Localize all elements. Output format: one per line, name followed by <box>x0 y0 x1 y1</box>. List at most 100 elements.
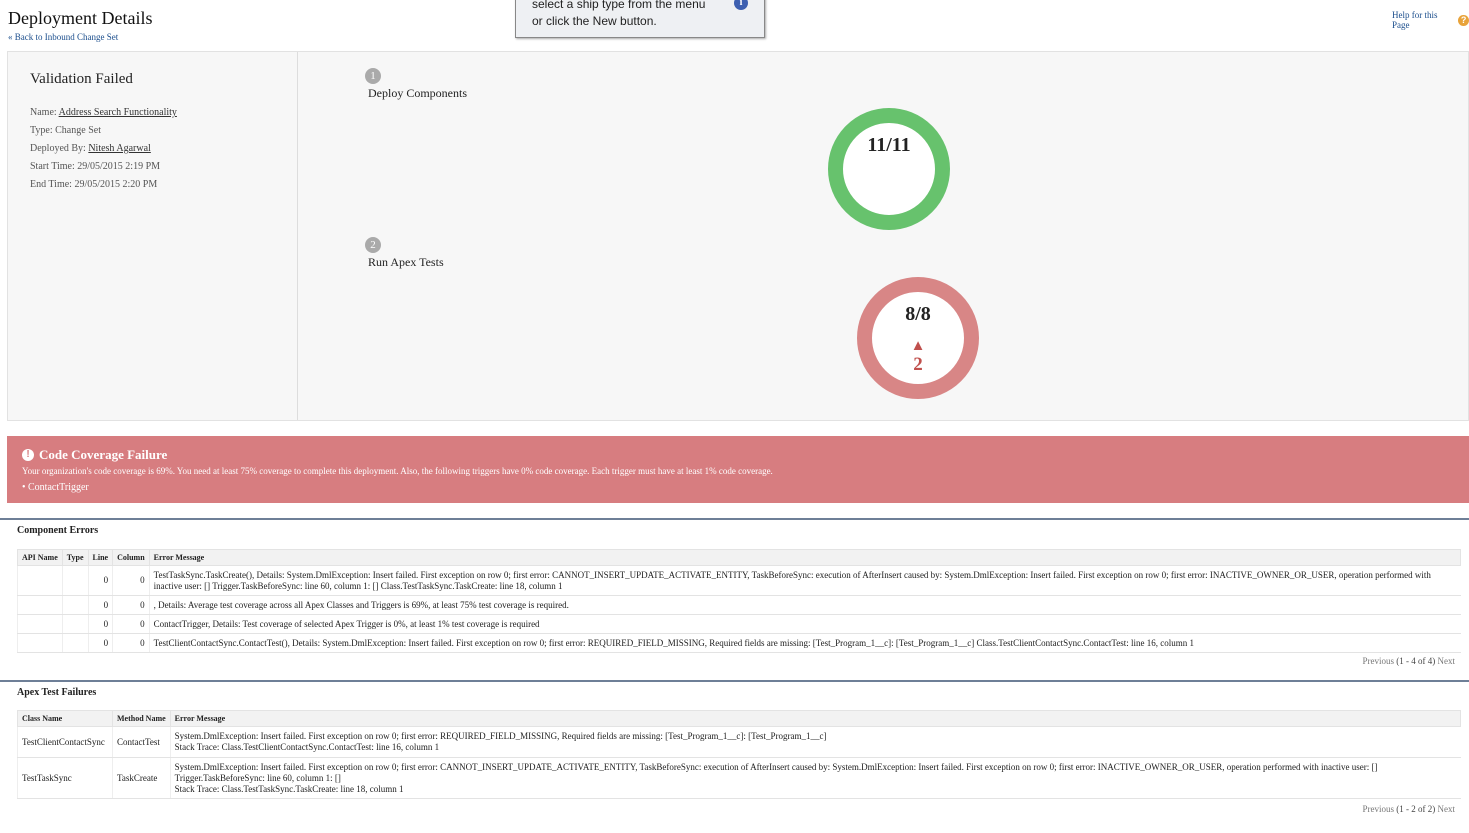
back-to-change-set-link[interactable]: « Back to Inbound Change Set <box>8 32 118 42</box>
apex-test-failures-table: Class Name Method Name Error Message Tes… <box>17 710 1462 799</box>
previous-link[interactable]: Previous <box>1363 656 1395 666</box>
type-label: Type: <box>30 125 53 136</box>
apex-test-failures-section: Apex Test Failures Class Name Method Nam… <box>0 680 1469 833</box>
cell-error-message: System.DmlException: Insert failed. Firs… <box>169 757 1461 799</box>
deploy-components-count: 11/11 <box>867 134 911 156</box>
cell-api-name <box>17 565 63 596</box>
code-coverage-failure-banner: ! Code Coverage Failure Your organizatio… <box>7 436 1469 503</box>
deploy-components-progress-ring: 11/11 <box>828 108 950 230</box>
tooltip-text-line1: select a ship type from the menu <box>532 0 706 11</box>
cell-error-message: TestClientContactSync.ContactTest(), Det… <box>148 633 1461 653</box>
cell-method-name: TaskCreate <box>112 757 171 799</box>
cell-error-message: ContactTrigger, Details: Test coverage o… <box>148 614 1461 634</box>
help-icon: ? <box>1458 14 1469 26</box>
cell-error-message: , Details: Average test coverage across … <box>148 595 1461 615</box>
trigger-name: ContactTrigger <box>28 482 89 493</box>
col-type[interactable]: Type <box>61 549 89 566</box>
cell-method-name: ContactTest <box>112 726 171 758</box>
stack-trace-text: Stack Trace: Class.TestClientContactSync… <box>174 742 440 752</box>
type-value: Change Set <box>55 125 101 136</box>
cell-column: 0 <box>112 565 150 596</box>
change-set-name-link[interactable]: Address Search Functionality <box>59 107 177 118</box>
coverage-trigger-item: • ContactTrigger <box>22 482 89 493</box>
cell-line: 0 <box>87 565 113 596</box>
table-header-row: Class Name Method Name Error Message <box>17 710 1462 727</box>
step-1-label: Deploy Components <box>368 86 467 100</box>
pager-range: (1 - 2 of 2) <box>1396 804 1436 814</box>
table-row: TestClientContactSync ContactTest System… <box>17 726 1461 758</box>
previous-link[interactable]: Previous <box>1363 804 1395 814</box>
cell-class-name: TestTaskSync <box>17 757 113 799</box>
warning-icon: ▲ <box>910 338 926 354</box>
table-row: 0 0 , Details: Average test coverage acr… <box>17 595 1461 615</box>
start-time-row: Start Time: 29/05/2015 2:19 PM <box>30 161 160 172</box>
type-row: Type: Change Set <box>30 125 101 136</box>
table-row: 0 0 TestTaskSync.TaskCreate(), Details: … <box>17 565 1461 596</box>
deployed-by-row: Deployed By: Nitesh Agarwal <box>30 143 151 154</box>
next-link[interactable]: Next <box>1438 656 1456 666</box>
col-error-message[interactable]: Error Message <box>169 710 1462 727</box>
coverage-title: ! Code Coverage Failure <box>22 447 167 463</box>
cell-column: 0 <box>112 614 150 634</box>
col-line[interactable]: Line <box>87 549 114 566</box>
col-method-name[interactable]: Method Name <box>112 710 171 727</box>
cell-type <box>61 595 89 615</box>
table-header-row: API Name Type Line Column Error Message <box>17 549 1462 566</box>
col-api-name[interactable]: API Name <box>17 549 63 566</box>
next-link[interactable]: Next <box>1438 804 1456 814</box>
step-1-number: 1 <box>365 68 381 84</box>
tooltip-popup: select a ship type from the menu or clic… <box>515 0 765 38</box>
col-error-message[interactable]: Error Message <box>148 549 1462 566</box>
table-row: 0 0 ContactTrigger, Details: Test covera… <box>17 614 1461 634</box>
cell-api-name <box>17 595 63 615</box>
col-column[interactable]: Column <box>112 549 150 566</box>
table-row: 0 0 TestClientContactSync.ContactTest(),… <box>17 633 1461 653</box>
tooltip-text-line2: or click the New button. <box>532 14 657 28</box>
apex-test-failures-pager: Previous (1 - 2 of 2) Next <box>1363 804 1456 814</box>
coverage-title-text: Code Coverage Failure <box>39 447 168 462</box>
cell-line: 0 <box>87 633 113 653</box>
help-link-label: Help for this Page <box>1392 10 1438 30</box>
component-errors-section: Component Errors API Name Type Line Colu… <box>0 518 1469 672</box>
error-icon: ! <box>22 449 34 461</box>
start-time-label: Start Time: <box>30 161 75 172</box>
step-2-label: Run Apex Tests <box>368 255 444 269</box>
cell-api-name <box>17 614 63 634</box>
error-message-text: System.DmlException: Insert failed. Firs… <box>174 761 1378 783</box>
stack-trace-text: Stack Trace: Class.TestTaskSync.TaskCrea… <box>174 783 404 794</box>
cell-class-name: TestClientContactSync <box>17 726 113 758</box>
table-row: TestTaskSync TaskCreate System.DmlExcept… <box>17 757 1461 799</box>
end-time-value: 29/05/2015 2:20 PM <box>74 179 158 190</box>
component-errors-table: API Name Type Line Column Error Message … <box>17 549 1462 653</box>
apex-tests-progress-ring: 8/8 ▲ 2 <box>857 277 979 399</box>
cell-error-message: TestTaskSync.TaskCreate(), Details: Syst… <box>148 565 1461 596</box>
name-label: Name: <box>30 107 57 118</box>
component-errors-pager: Previous (1 - 4 of 4) Next <box>1363 656 1456 666</box>
cell-column: 0 <box>112 633 150 653</box>
name-row: Name: Address Search Functionality <box>30 107 177 118</box>
deployment-status: Validation Failed <box>30 71 133 87</box>
cell-type <box>61 614 89 634</box>
cell-line: 0 <box>87 595 113 615</box>
cell-type <box>61 633 89 653</box>
deployed-by-user-link[interactable]: Nitesh Agarwal <box>88 143 151 154</box>
apex-test-failures-heading: Apex Test Failures <box>17 687 97 698</box>
page-title: Deployment Details <box>8 8 153 28</box>
step-2-number: 2 <box>365 237 381 253</box>
deployment-summary-panel: Validation Failed Name: Address Search F… <box>7 51 1469 421</box>
deployed-by-label: Deployed By: <box>30 143 86 154</box>
end-time-row: End Time: 29/05/2015 2:20 PM <box>30 179 157 190</box>
deployment-info: Validation Failed Name: Address Search F… <box>8 52 298 420</box>
help-link[interactable]: Help for this Page ? <box>1392 10 1469 30</box>
cell-api-name <box>17 633 63 653</box>
apex-tests-count: 8/8 <box>905 303 931 325</box>
cell-column: 0 <box>112 595 150 615</box>
col-class-name[interactable]: Class Name <box>17 710 113 727</box>
error-message-text: System.DmlException: Insert failed. Firs… <box>174 731 827 741</box>
cell-error-message: System.DmlException: Insert failed. Firs… <box>169 726 1461 758</box>
cell-line: 0 <box>87 614 113 634</box>
cell-type <box>61 565 89 596</box>
pager-range: (1 - 4 of 4) <box>1396 656 1436 666</box>
coverage-message: Your organization's code coverage is 69%… <box>22 466 773 476</box>
apex-test-failure-count: 2 <box>913 354 923 375</box>
